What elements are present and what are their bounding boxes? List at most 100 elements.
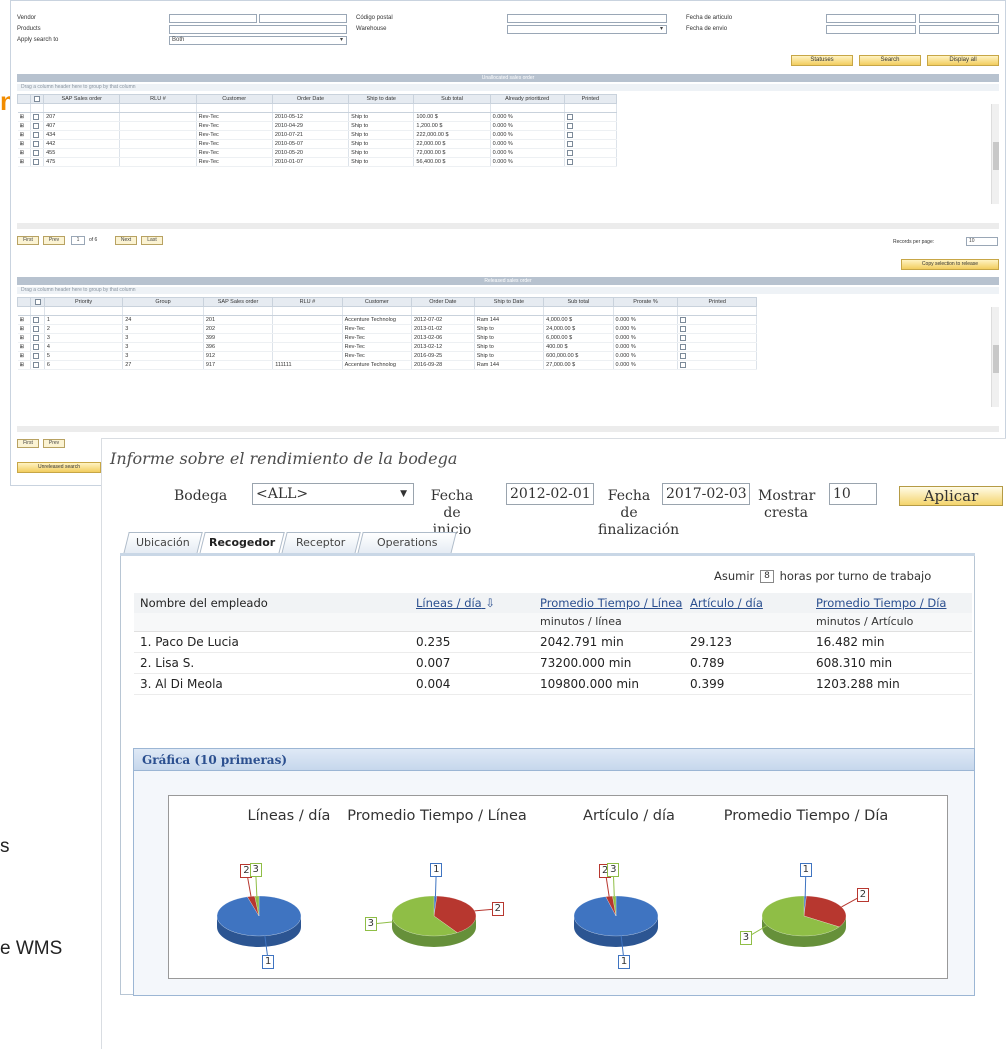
expand-icon[interactable]: ⊞ xyxy=(17,360,32,370)
display-all-button[interactable]: Display all xyxy=(927,55,999,66)
table-row[interactable]: ⊞ 407 Rev-Tec 2010-04-29 Ship to 1,200.00 $0.… xyxy=(17,121,618,131)
top-count-input[interactable]: 10 xyxy=(829,483,877,505)
grid1-header[interactable]: SAP Sales order xyxy=(43,94,121,104)
grid1-header[interactable]: Printed xyxy=(563,94,618,104)
grid1-header[interactable]: Order Date xyxy=(271,94,350,104)
filter-cell[interactable] xyxy=(17,103,32,113)
tab-receptor[interactable]: Receptor xyxy=(281,532,361,554)
vendor-input[interactable] xyxy=(169,14,257,23)
filter-cell[interactable] xyxy=(613,306,679,316)
grid1-vscrollbar[interactable] xyxy=(991,104,999,204)
printed-checkbox[interactable] xyxy=(564,148,618,158)
row-checkbox[interactable] xyxy=(30,351,45,361)
filter-cell[interactable] xyxy=(203,306,274,316)
warehouse-select[interactable]: <ALL> ▼ xyxy=(252,483,414,505)
printed-checkbox[interactable] xyxy=(564,139,618,149)
grid1-last-button[interactable]: Last xyxy=(141,236,163,245)
expand-icon[interactable]: ⊞ xyxy=(17,157,32,167)
warehouse-select[interactable]: ▾ xyxy=(507,25,667,34)
filter-cell[interactable] xyxy=(348,103,415,113)
grid1-header[interactable]: Already prioritized xyxy=(489,94,565,104)
tab-operations[interactable]: Operations xyxy=(357,532,457,554)
printed-checkbox[interactable] xyxy=(677,333,757,343)
statuses-button[interactable]: Statuses xyxy=(791,55,853,66)
filter-cell[interactable] xyxy=(677,306,757,316)
grid2-header[interactable]: Ship to Date xyxy=(473,297,545,307)
printed-checkbox[interactable] xyxy=(677,315,757,325)
grid1-hscrollbar[interactable] xyxy=(17,223,999,229)
table-row[interactable]: ⊞ 5 3 912 Rev-Tec 2016-09-25 Ship to 600,000.00… xyxy=(17,351,757,361)
grid2-header[interactable]: Sub total xyxy=(543,297,614,307)
table-row[interactable]: ⊞ 4 3 396 Rev-Tec 2013-02-12 Ship to 400.00 $0.… xyxy=(17,342,757,352)
expand-icon[interactable]: ⊞ xyxy=(17,324,32,334)
ship-date-to[interactable] xyxy=(919,25,999,34)
col-lines-per-day[interactable]: Líneas / día ⇩ xyxy=(410,593,534,613)
expand-icon[interactable]: ⊞ xyxy=(17,148,32,158)
filter-cell[interactable] xyxy=(474,306,545,316)
grid2-hscrollbar[interactable] xyxy=(17,426,999,432)
vendor-input-2[interactable] xyxy=(259,14,347,23)
printed-checkbox[interactable] xyxy=(677,342,757,352)
grid2-header[interactable]: Customer xyxy=(341,297,413,307)
filter-cell[interactable] xyxy=(122,306,204,316)
table-row[interactable]: ⊞ 6 27 917 111111 Accenture Technolog 2016-09-… xyxy=(17,360,757,370)
expand-icon[interactable]: ⊞ xyxy=(17,342,32,352)
grid1-header[interactable]: Customer xyxy=(195,94,273,104)
table-row[interactable]: ⊞ 207 Rev-Tec 2010-05-12 Ship to 100.00 $0.00… xyxy=(17,112,618,122)
unreleased-search-button[interactable]: Unreleased search xyxy=(17,462,101,473)
col-items-per-day[interactable]: Artículo / día xyxy=(684,593,810,613)
filter-cell[interactable] xyxy=(43,103,121,113)
row-checkbox[interactable] xyxy=(30,342,45,352)
filter-cell[interactable] xyxy=(17,306,32,316)
printed-checkbox[interactable] xyxy=(677,360,757,370)
postal-input[interactable] xyxy=(507,14,667,23)
expand-icon[interactable]: ⊞ xyxy=(17,130,32,140)
expand-icon[interactable]: ⊞ xyxy=(17,351,32,361)
copy-selection-button[interactable]: Copy selection to release xyxy=(901,259,999,270)
filter-cell[interactable] xyxy=(490,103,565,113)
tab-ubicacion[interactable]: Ubicación xyxy=(123,532,203,554)
grid1-page-input[interactable]: 1 xyxy=(71,236,85,245)
hours-per-shift-input[interactable]: 8 xyxy=(759,570,774,583)
col-avg-time-day[interactable]: Promedio Tiempo / Día xyxy=(810,593,972,613)
article-date-to[interactable] xyxy=(919,14,999,23)
row-checkbox[interactable] xyxy=(30,324,45,334)
expand-icon[interactable]: ⊞ xyxy=(17,121,32,131)
apply-button[interactable]: Aplicar xyxy=(899,486,1003,506)
printed-checkbox[interactable] xyxy=(677,324,757,334)
grid2-header[interactable]: RLU # xyxy=(272,297,343,307)
printed-checkbox[interactable] xyxy=(564,112,618,122)
grid2-header[interactable]: Prorate % xyxy=(612,297,679,307)
grid1-header[interactable]: Sub total xyxy=(413,94,491,104)
table-row[interactable]: ⊞ 475 Rev-Tec 2010-01-07 Ship to 56,400.00 $0… xyxy=(17,157,618,167)
ship-date-from[interactable] xyxy=(826,25,916,34)
grid2-vscrollbar[interactable] xyxy=(991,307,999,407)
filter-cell[interactable] xyxy=(272,103,350,113)
row-checkbox[interactable] xyxy=(30,360,45,370)
table-row[interactable]: ⊞ 434 Rev-Tec 2010-07-21 Ship to 222,000.00 $… xyxy=(17,130,618,140)
row-checkbox[interactable] xyxy=(30,139,45,149)
row-checkbox[interactable] xyxy=(30,148,45,158)
grid1-prev-button[interactable]: Prev xyxy=(43,236,65,245)
grid2-prev-button[interactable]: Prev xyxy=(43,439,65,448)
grid2-first-button[interactable]: First xyxy=(17,439,39,448)
printed-checkbox[interactable] xyxy=(564,121,618,131)
products-input[interactable] xyxy=(169,25,347,34)
filter-cell[interactable] xyxy=(44,306,124,316)
filter-cell[interactable] xyxy=(196,103,273,113)
row-checkbox[interactable] xyxy=(30,130,45,140)
table-row[interactable]: ⊞ 455 Rev-Tec 2010-05-20 Ship to 72,000.00 $0… xyxy=(17,148,618,158)
expand-icon[interactable]: ⊞ xyxy=(17,315,32,325)
table-row[interactable]: ⊞ 3 3 399 Rev-Tec 2013-02-06 Ship to 6,000.00 $… xyxy=(17,333,757,343)
filter-cell[interactable] xyxy=(342,306,413,316)
tab-recogedor[interactable]: Recogedor xyxy=(199,532,285,554)
row-checkbox[interactable] xyxy=(30,315,45,325)
grid2-header[interactable]: Group xyxy=(122,297,204,307)
filter-cell[interactable] xyxy=(564,103,618,113)
table-row[interactable]: ⊞ 1 24 201 Accenture Technolog 2012-07-02 Ram … xyxy=(17,315,757,325)
filter-cell[interactable] xyxy=(411,306,475,316)
row-checkbox[interactable] xyxy=(30,157,45,167)
grid1-first-button[interactable]: First xyxy=(17,236,39,245)
expand-icon[interactable]: ⊞ xyxy=(17,139,32,149)
article-date-from[interactable] xyxy=(826,14,916,23)
